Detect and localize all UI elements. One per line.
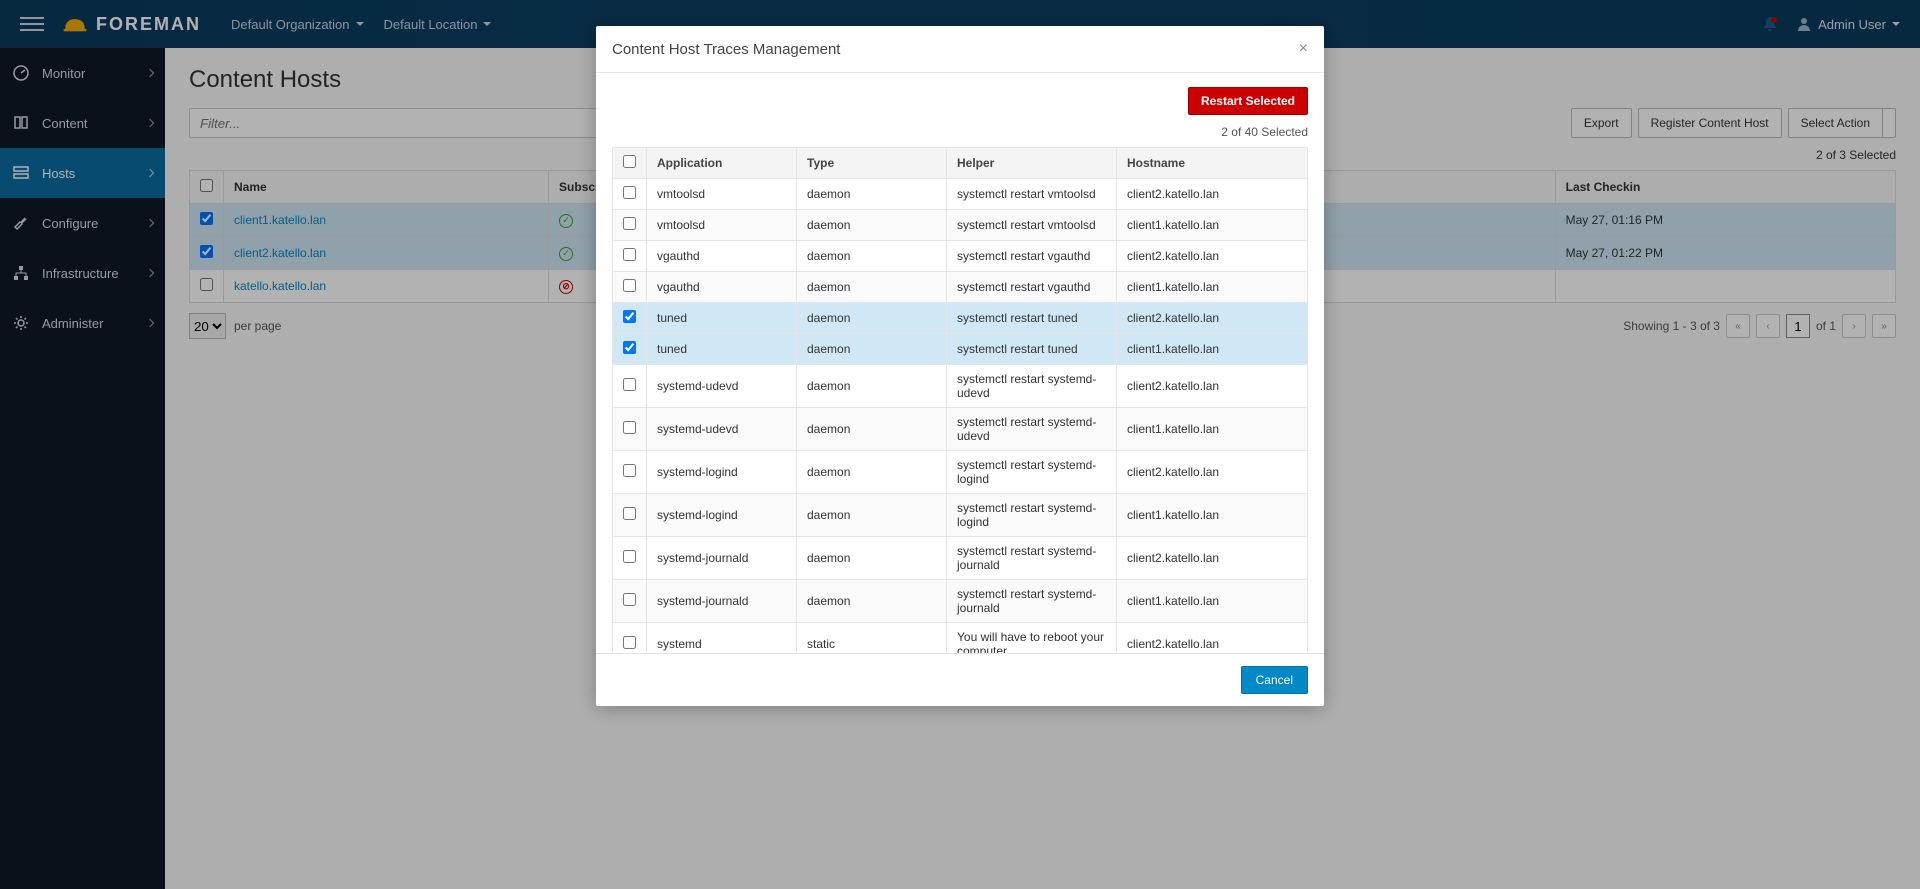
trace-row: vmtoolsddaemonsystemctl restart vmtoolsd… bbox=[613, 179, 1308, 210]
col-helper[interactable]: Helper bbox=[947, 148, 1117, 179]
trace-helper: systemctl restart vmtoolsd bbox=[947, 179, 1117, 210]
traces-modal: Content Host Traces Management × Restart… bbox=[596, 26, 1324, 706]
trace-app: systemd-udevd bbox=[647, 365, 797, 408]
trace-type: daemon bbox=[797, 494, 947, 537]
trace-helper: systemctl restart systemd-udevd bbox=[947, 408, 1117, 451]
trace-type: daemon bbox=[797, 537, 947, 580]
modal-body: Restart Selected 2 of 40 Selected Applic… bbox=[596, 73, 1324, 653]
trace-hostname: client1.katello.lan bbox=[1117, 272, 1308, 303]
trace-row: systemd-loginddaemonsystemctl restart sy… bbox=[613, 451, 1308, 494]
trace-helper: systemctl restart tuned bbox=[947, 303, 1117, 334]
trace-type: daemon bbox=[797, 210, 947, 241]
trace-hostname: client1.katello.lan bbox=[1117, 210, 1308, 241]
trace-type: daemon bbox=[797, 451, 947, 494]
trace-app: tuned bbox=[647, 303, 797, 334]
trace-hostname: client2.katello.lan bbox=[1117, 451, 1308, 494]
trace-hostname: client2.katello.lan bbox=[1117, 179, 1308, 210]
trace-type: daemon bbox=[797, 272, 947, 303]
trace-app: vmtoolsd bbox=[647, 210, 797, 241]
trace-helper: systemctl restart vmtoolsd bbox=[947, 210, 1117, 241]
trace-row: vgauthddaemonsystemctl restart vgauthdcl… bbox=[613, 241, 1308, 272]
trace-hostname: client2.katello.lan bbox=[1117, 623, 1308, 654]
trace-row: tuneddaemonsystemctl restart tunedclient… bbox=[613, 303, 1308, 334]
trace-checkbox[interactable] bbox=[623, 421, 636, 434]
close-icon[interactable]: × bbox=[1299, 40, 1308, 58]
trace-app: vmtoolsd bbox=[647, 179, 797, 210]
trace-hostname: client2.katello.lan bbox=[1117, 365, 1308, 408]
trace-hostname: client1.katello.lan bbox=[1117, 494, 1308, 537]
trace-row: systemd-udevddaemonsystemctl restart sys… bbox=[613, 408, 1308, 451]
col-hostname[interactable]: Hostname bbox=[1117, 148, 1308, 179]
trace-app: systemd-journald bbox=[647, 580, 797, 623]
trace-type: daemon bbox=[797, 580, 947, 623]
select-all-traces[interactable] bbox=[623, 155, 636, 168]
trace-hostname: client1.katello.lan bbox=[1117, 580, 1308, 623]
trace-row: systemdstaticYou will have to reboot you… bbox=[613, 623, 1308, 654]
trace-row: vmtoolsddaemonsystemctl restart vmtoolsd… bbox=[613, 210, 1308, 241]
col-application[interactable]: Application bbox=[647, 148, 797, 179]
trace-app: systemd-journald bbox=[647, 537, 797, 580]
traces-table: Application Type Helper Hostname vmtools… bbox=[612, 147, 1308, 653]
trace-helper: systemctl restart vgauthd bbox=[947, 241, 1117, 272]
trace-app: systemd bbox=[647, 623, 797, 654]
trace-app: tuned bbox=[647, 334, 797, 365]
col-type[interactable]: Type bbox=[797, 148, 947, 179]
modal-footer: Cancel bbox=[596, 653, 1324, 706]
trace-checkbox[interactable] bbox=[623, 310, 636, 323]
trace-hostname: client2.katello.lan bbox=[1117, 303, 1308, 334]
trace-app: systemd-logind bbox=[647, 451, 797, 494]
trace-row: systemd-udevddaemonsystemctl restart sys… bbox=[613, 365, 1308, 408]
trace-checkbox[interactable] bbox=[623, 378, 636, 391]
trace-row: systemd-loginddaemonsystemctl restart sy… bbox=[613, 494, 1308, 537]
trace-helper: systemctl restart systemd-udevd bbox=[947, 365, 1117, 408]
trace-helper: systemctl restart systemd-logind bbox=[947, 494, 1117, 537]
trace-checkbox[interactable] bbox=[623, 550, 636, 563]
trace-checkbox[interactable] bbox=[623, 186, 636, 199]
trace-hostname: client1.katello.lan bbox=[1117, 408, 1308, 451]
trace-checkbox[interactable] bbox=[623, 464, 636, 477]
trace-checkbox[interactable] bbox=[623, 217, 636, 230]
trace-checkbox[interactable] bbox=[623, 507, 636, 520]
trace-row: vgauthddaemonsystemctl restart vgauthdcl… bbox=[613, 272, 1308, 303]
cancel-button[interactable]: Cancel bbox=[1241, 666, 1308, 694]
trace-app: vgauthd bbox=[647, 241, 797, 272]
modal-selection-summary: 2 of 40 Selected bbox=[596, 125, 1324, 147]
trace-type: daemon bbox=[797, 408, 947, 451]
trace-type: static bbox=[797, 623, 947, 654]
trace-checkbox[interactable] bbox=[623, 248, 636, 261]
trace-row: systemd-journalddaemonsystemctl restart … bbox=[613, 580, 1308, 623]
trace-helper: systemctl restart systemd-journald bbox=[947, 537, 1117, 580]
trace-row: systemd-journalddaemonsystemctl restart … bbox=[613, 537, 1308, 580]
trace-row: tuneddaemonsystemctl restart tunedclient… bbox=[613, 334, 1308, 365]
trace-type: daemon bbox=[797, 303, 947, 334]
trace-hostname: client1.katello.lan bbox=[1117, 334, 1308, 365]
modal-header: Content Host Traces Management × bbox=[596, 26, 1324, 73]
trace-app: systemd-logind bbox=[647, 494, 797, 537]
trace-type: daemon bbox=[797, 334, 947, 365]
trace-helper: systemctl restart systemd-journald bbox=[947, 580, 1117, 623]
trace-checkbox[interactable] bbox=[623, 636, 636, 649]
trace-checkbox[interactable] bbox=[623, 341, 636, 354]
trace-app: systemd-udevd bbox=[647, 408, 797, 451]
trace-helper: systemctl restart vgauthd bbox=[947, 272, 1117, 303]
modal-title: Content Host Traces Management bbox=[612, 41, 840, 58]
trace-helper: You will have to reboot your computer bbox=[947, 623, 1117, 654]
trace-helper: systemctl restart tuned bbox=[947, 334, 1117, 365]
trace-type: daemon bbox=[797, 365, 947, 408]
trace-hostname: client2.katello.lan bbox=[1117, 241, 1308, 272]
trace-checkbox[interactable] bbox=[623, 593, 636, 606]
restart-selected-button[interactable]: Restart Selected bbox=[1188, 87, 1308, 115]
trace-checkbox[interactable] bbox=[623, 279, 636, 292]
trace-type: daemon bbox=[797, 241, 947, 272]
trace-app: vgauthd bbox=[647, 272, 797, 303]
trace-hostname: client2.katello.lan bbox=[1117, 537, 1308, 580]
trace-type: daemon bbox=[797, 179, 947, 210]
trace-helper: systemctl restart systemd-logind bbox=[947, 451, 1117, 494]
